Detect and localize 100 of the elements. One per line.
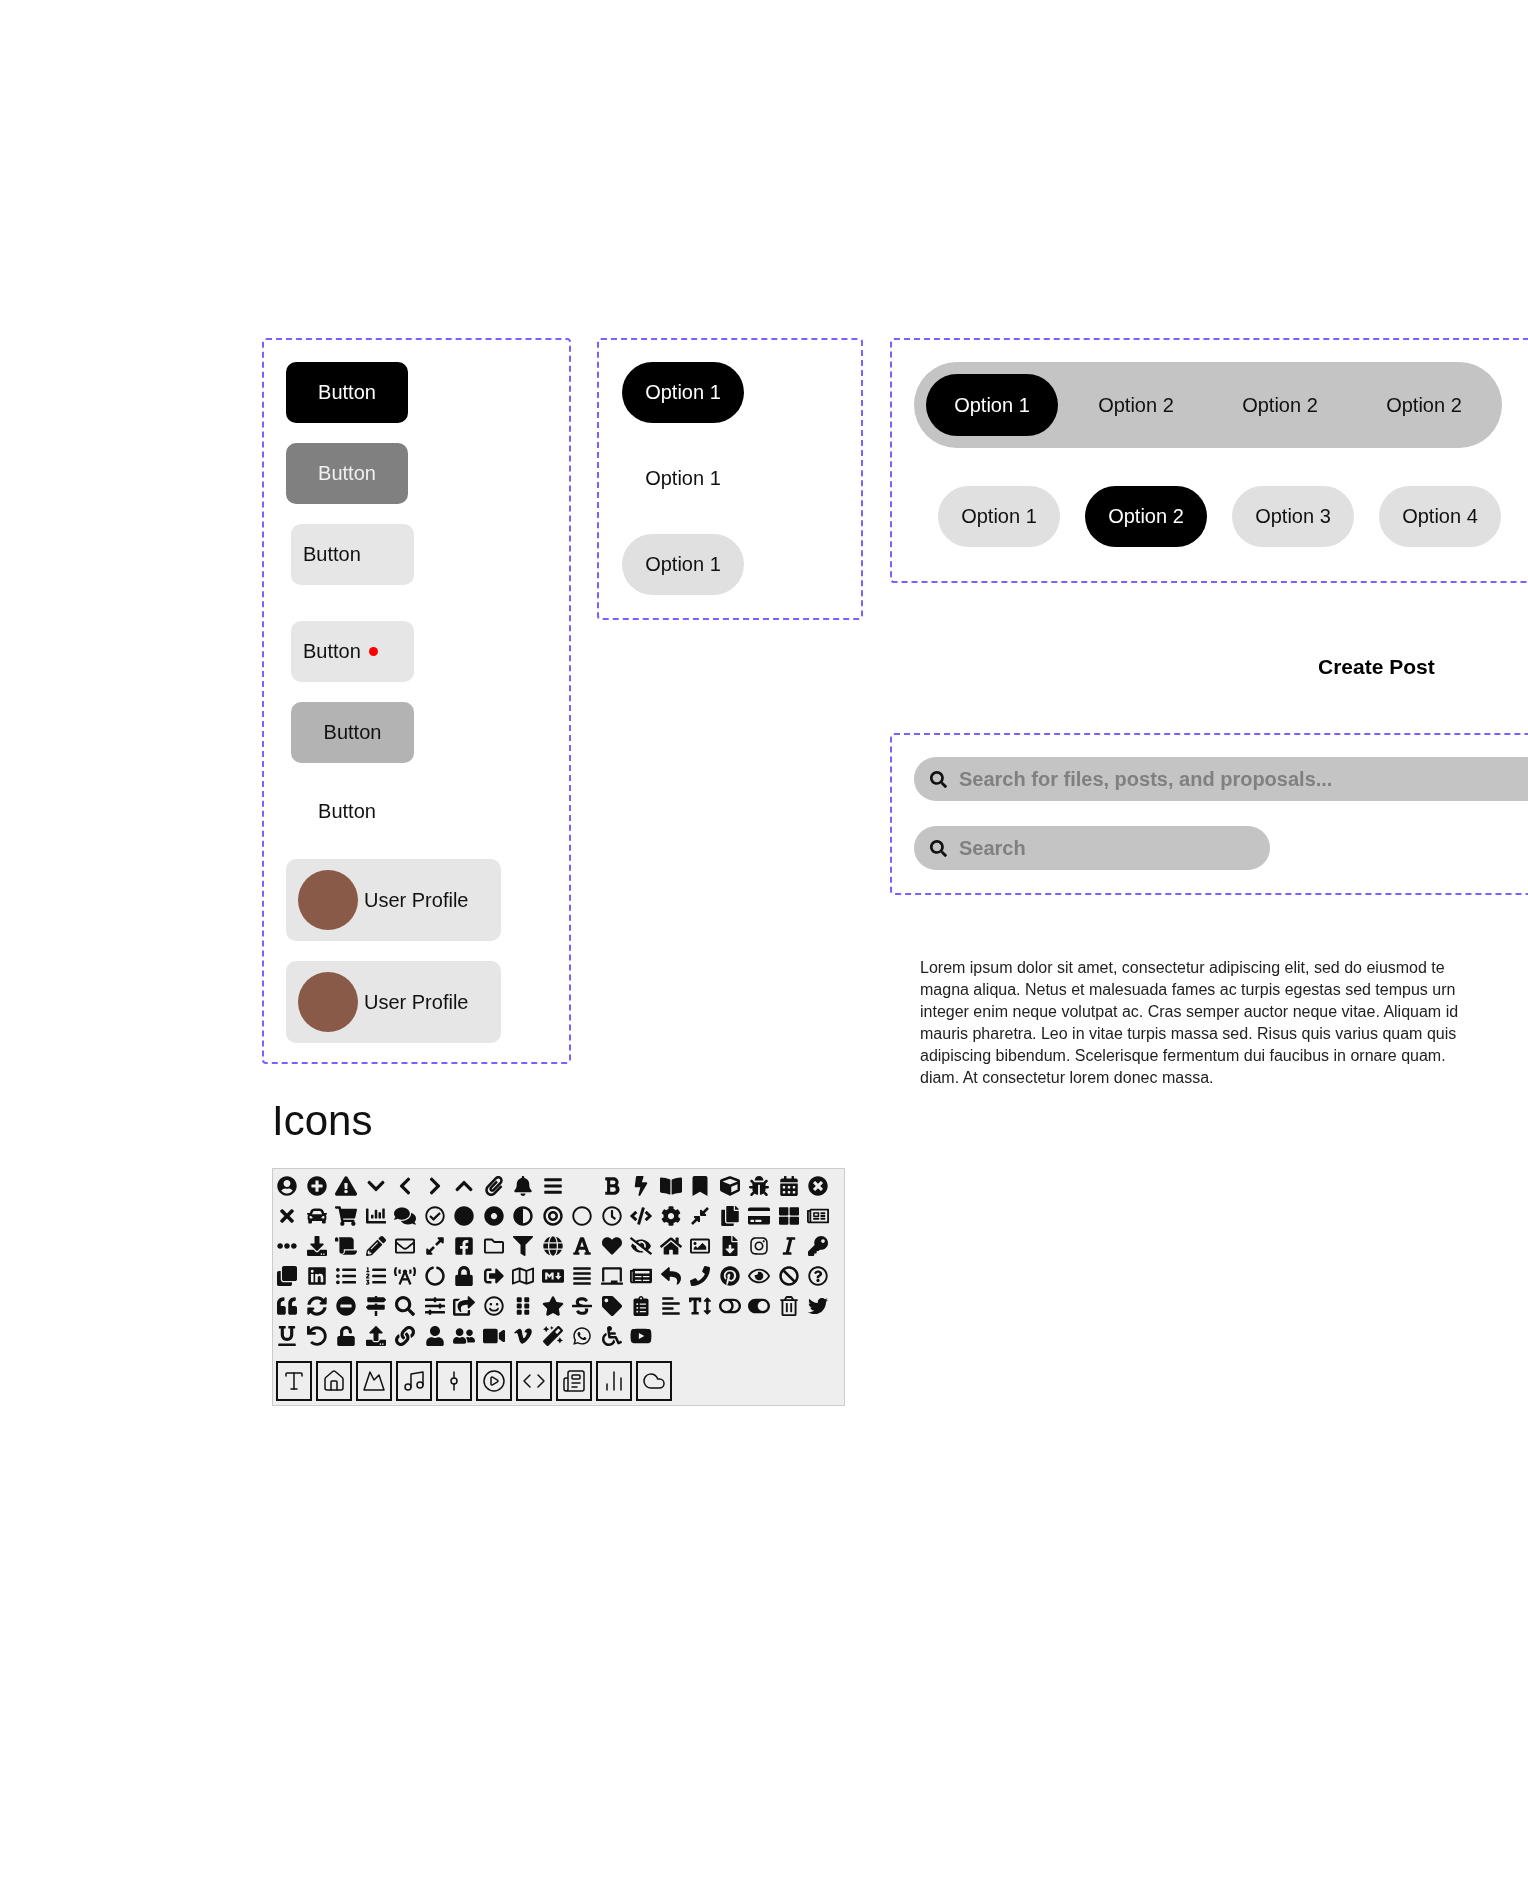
eye-icon xyxy=(748,1266,770,1286)
stack-icon xyxy=(276,1266,298,1286)
scroll-icon xyxy=(335,1236,357,1256)
facebook-icon xyxy=(453,1236,475,1256)
search-field[interactable]: Search for files, posts, and proposals... xyxy=(914,757,1528,801)
create-post-button[interactable]: Create Post xyxy=(1318,653,1435,681)
bar-chart-icon xyxy=(364,1206,387,1226)
numbered-list-icon xyxy=(364,1266,387,1286)
download-icon xyxy=(305,1236,328,1256)
body-paragraph: Lorem ipsum dolor sit amet, consectetur adipiscing elit, sed do eiusmod te magna aliqua. Netus et malesuada fames ac turpis egestas sed tempus urn integer enim neque volutpat ac. Cras semper auctor neque vitae. Aliquam id mauris pharetra. Leo in vitae turpis massa sed. Risus quis varius quam quis adipiscing bibendum. Scelerisque fermentum dui faucibus in ornare quam. diam. At consectetur lorem donec massa. xyxy=(920,958,1460,1088)
broadcast-icon xyxy=(394,1266,416,1286)
option-button[interactable]: Option 1 xyxy=(622,362,744,423)
cloud-icon xyxy=(636,1361,672,1401)
share-icon xyxy=(453,1296,475,1316)
magic-wand-icon xyxy=(541,1326,564,1346)
twitter-icon xyxy=(807,1296,829,1316)
pencil-icon xyxy=(364,1236,387,1256)
button[interactable]: Button xyxy=(291,524,414,585)
user-profile-button[interactable]: User Profile xyxy=(286,961,501,1043)
toggle-on-icon xyxy=(748,1296,770,1316)
music-note-icon xyxy=(396,1361,432,1401)
clock-icon xyxy=(600,1206,623,1226)
copy-icon xyxy=(718,1206,741,1226)
refresh-icon xyxy=(305,1296,328,1316)
car-icon xyxy=(305,1206,328,1226)
youtube-icon xyxy=(630,1326,652,1346)
book-icon xyxy=(659,1176,682,1196)
segment-option[interactable]: Option 2 xyxy=(1214,374,1346,436)
search-icon xyxy=(930,770,947,788)
strikethrough-icon xyxy=(571,1296,593,1316)
segment-option[interactable]: Option 2 xyxy=(1070,374,1202,436)
option-button[interactable]: Option 1 xyxy=(622,448,744,509)
search-input[interactable]: Search xyxy=(957,835,1270,861)
option-chip[interactable]: Option 1 xyxy=(938,486,1060,547)
avatar xyxy=(298,972,358,1032)
target-icon xyxy=(541,1206,564,1226)
font-icon xyxy=(276,1361,312,1401)
contrast-icon xyxy=(512,1206,534,1226)
search-icon xyxy=(394,1296,416,1316)
video-camera-icon xyxy=(482,1326,505,1346)
segment-option[interactable]: Option 1 xyxy=(926,374,1058,436)
bell-icon xyxy=(512,1176,534,1196)
pinterest-icon xyxy=(718,1266,741,1286)
home-icon xyxy=(659,1236,682,1256)
section-heading: Icons xyxy=(272,1096,374,1146)
hidden-icon xyxy=(630,1236,652,1256)
user-profile-label: User Profile xyxy=(364,888,469,912)
search-input[interactable]: Search for files, posts, and proposals... xyxy=(957,766,1528,792)
button[interactable]: Button xyxy=(291,702,414,763)
presentation-icon xyxy=(600,1266,623,1286)
cube-icon xyxy=(718,1176,741,1196)
bullet-list-icon xyxy=(335,1266,357,1286)
circle-outline-icon xyxy=(571,1206,593,1226)
user-icon xyxy=(423,1326,446,1346)
undo-icon xyxy=(305,1326,328,1346)
button[interactable]: Button xyxy=(291,621,414,682)
landscape-icon xyxy=(356,1361,392,1401)
heart-icon xyxy=(600,1236,623,1256)
circle-icon xyxy=(453,1206,475,1226)
signpost-icon xyxy=(364,1296,387,1316)
quote-icon xyxy=(276,1296,298,1316)
trash-icon xyxy=(777,1296,800,1316)
segment-option[interactable]: Option 2 xyxy=(1358,374,1490,436)
article-icon xyxy=(556,1361,592,1401)
warning-icon xyxy=(335,1176,357,1196)
cart-icon xyxy=(335,1206,357,1226)
search-field[interactable]: Search xyxy=(914,826,1270,870)
option-button[interactable]: Option 1 xyxy=(622,534,744,595)
help-icon xyxy=(807,1266,829,1286)
tag-icon xyxy=(600,1296,623,1316)
option-chip[interactable]: Option 2 xyxy=(1085,486,1207,547)
settings-icon xyxy=(659,1206,682,1226)
search-icon xyxy=(930,839,947,857)
user-profile-label: User Profile xyxy=(364,990,469,1014)
option-chip[interactable]: Option 3 xyxy=(1232,486,1354,547)
folder-icon xyxy=(482,1236,505,1256)
users-icon xyxy=(453,1326,475,1346)
align-left-icon xyxy=(659,1296,682,1316)
link-icon xyxy=(394,1326,416,1346)
credit-card-icon xyxy=(748,1206,770,1226)
bug-icon xyxy=(748,1176,770,1196)
user-profile-button[interactable]: User Profile xyxy=(286,859,501,941)
globe-icon xyxy=(541,1236,564,1256)
instagram-icon xyxy=(748,1236,770,1256)
button[interactable]: Button xyxy=(286,783,408,839)
grid-icon xyxy=(777,1206,800,1226)
lock-icon xyxy=(453,1266,475,1286)
filter-icon xyxy=(512,1236,534,1256)
unlock-icon xyxy=(335,1326,357,1346)
option-chip[interactable]: Option 4 xyxy=(1379,486,1501,547)
paperclip-icon xyxy=(482,1176,505,1196)
button[interactable]: Button xyxy=(286,362,408,423)
key-icon xyxy=(807,1236,829,1256)
house-icon xyxy=(316,1361,352,1401)
whatsapp-icon xyxy=(571,1326,593,1346)
sliders-icon xyxy=(423,1296,446,1316)
expand-icon xyxy=(423,1236,446,1256)
bar-chart-icon xyxy=(596,1361,632,1401)
radio-icon xyxy=(482,1206,505,1226)
text-icon xyxy=(571,1236,593,1256)
